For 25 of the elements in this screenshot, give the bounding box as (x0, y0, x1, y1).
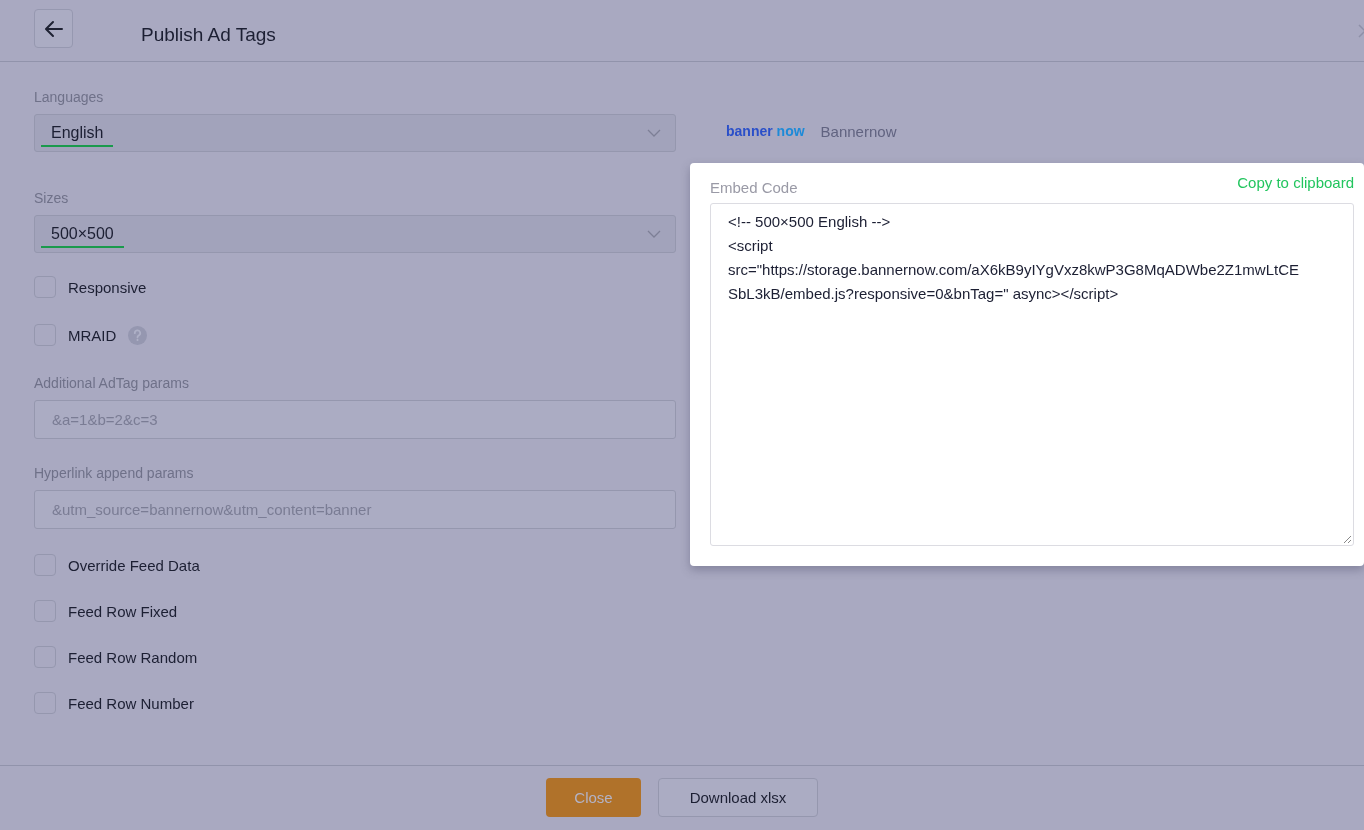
help-icon[interactable] (128, 325, 148, 345)
embed-code-textarea[interactable]: <!-- 500×500 English --> <script src="https://storage.bannernow.com/aX6kB9yIYgVxz8kwP3G8MqADWbe2Z1mwLtCE SbL3kB/embed.js?responsive=0&bnTag=" async></script> (710, 203, 1354, 546)
back-arrow-icon (43, 19, 64, 38)
chevron-down-icon (647, 129, 661, 137)
brand-name: Bannernow (820, 122, 897, 140)
field-label: Sizes (34, 190, 70, 206)
download-button[interactable]: Download xlsx (658, 777, 818, 817)
dialog-title: Publish Ad Tags (141, 23, 276, 46)
checkbox-label: Responsive (68, 278, 147, 296)
size-select[interactable]: 500×500 (34, 215, 676, 253)
brand-logo: banner now (726, 123, 805, 139)
checkbox-label: Override Feed Data (68, 556, 200, 574)
checkbox-label: Feed Row Number (68, 694, 194, 712)
checkbox-label: Feed Row Random (68, 648, 198, 666)
field-label: Languages (34, 89, 105, 105)
field-label: Hyperlink append params (34, 465, 195, 481)
checkbox-label: Feed Row Fixed (68, 602, 178, 620)
field-label: Additional AdTag params (34, 375, 190, 391)
field-label: Embed Code (710, 179, 798, 196)
language-select[interactable]: English (34, 114, 676, 152)
resize-handle-icon[interactable] (1343, 535, 1351, 543)
chevron-right-icon[interactable] (1358, 24, 1364, 38)
chevron-down-icon (647, 230, 661, 238)
checkbox-label: MRAID (68, 326, 117, 344)
back-button[interactable] (34, 9, 73, 48)
